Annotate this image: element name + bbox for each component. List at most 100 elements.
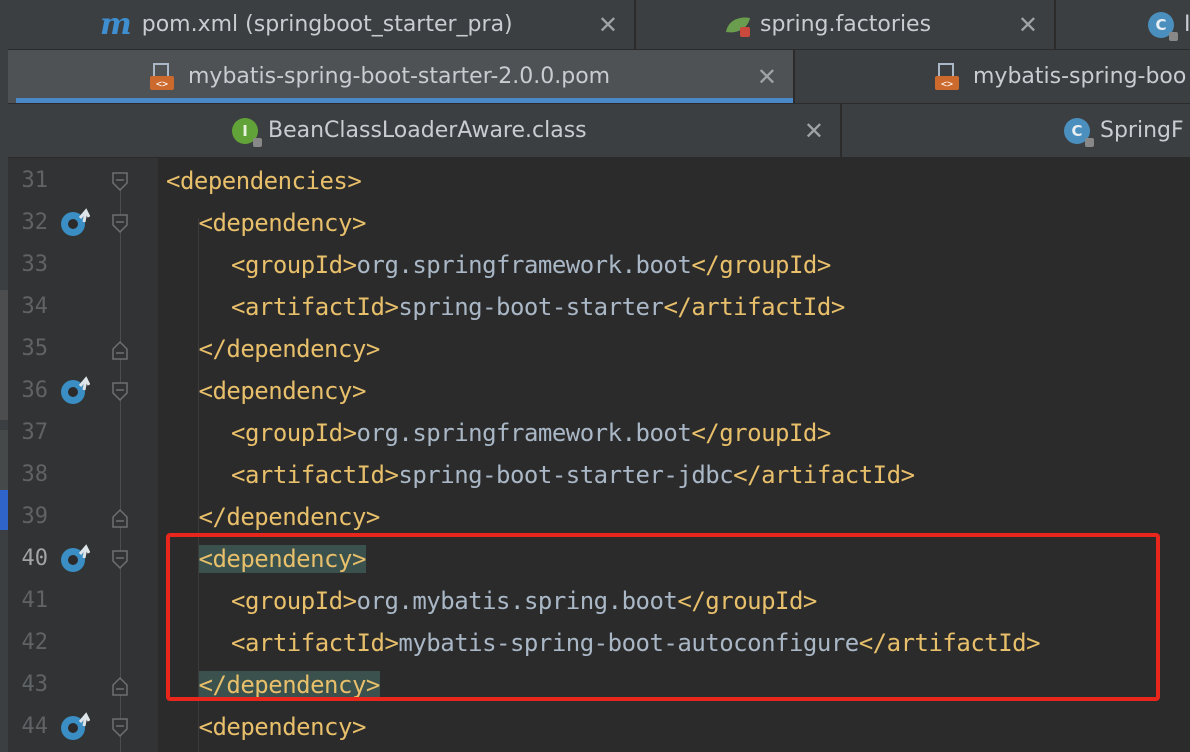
xml-tag: </dependency> <box>198 335 381 363</box>
code-text: <groupId>org.springframework.boot</group… <box>231 251 831 279</box>
code-text: <groupId>org.mybatis.spring.boot</groupI… <box>231 587 817 615</box>
code-line[interactable]: 41 <groupId>org.mybatis.spring.boot</grou… <box>8 580 1190 622</box>
overrides-parent-icon[interactable] <box>60 712 91 742</box>
code-text: <dependency> <box>198 377 367 405</box>
code-line[interactable]: 32 <dependency> <box>8 202 1190 244</box>
xml-closing-tag: </groupId> <box>691 251 831 279</box>
code-line[interactable]: 42 <artifactId>mybatis-spring-boot-autoco… <box>8 622 1190 664</box>
xml-tag: <artifactId> <box>231 293 399 321</box>
xml-value: org.springframework.boot <box>356 251 692 279</box>
tab-bean-classloader-aware[interactable]: I BeanClassLoaderAware.class ✕ <box>8 104 842 157</box>
fold-end-icon[interactable] <box>112 674 128 696</box>
code-line[interactable]: 40 <dependency> <box>8 538 1190 580</box>
line-number: 42 <box>21 630 49 655</box>
editor-tab-row-3: I BeanClassLoaderAware.class ✕ C SpringF <box>0 104 1190 158</box>
tab-label: spring.factories <box>760 12 932 37</box>
code-line[interactable]: 37 <groupId>org.springframework.boot</gro… <box>8 412 1190 454</box>
editor-tab-row-1: m pom.xml (springboot_starter_pra) ✕ spr… <box>0 0 1190 50</box>
tab-label: SpringF <box>1100 118 1184 143</box>
xml-closing-tag: </artifactId> <box>858 629 1041 657</box>
fold-start-icon[interactable] <box>112 380 128 402</box>
tab-label: BeanClassLoaderAware.class <box>268 118 587 143</box>
fold-start-icon[interactable] <box>112 170 128 192</box>
code-text: </dependency> <box>198 671 380 699</box>
active-tab-indicator <box>16 98 793 103</box>
code-line[interactable]: 43 </dependency> <box>8 664 1190 706</box>
code-text: </dependency> <box>198 503 381 531</box>
code-line[interactable]: 31 <dependencies> <box>8 160 1190 202</box>
code-text: </dependency> <box>198 335 381 363</box>
xml-tag: <groupId> <box>231 251 357 279</box>
xml-value: spring-boot-starter-jdbc <box>398 461 734 489</box>
xml-tag: </dependency> <box>198 503 381 531</box>
xml-closing-tag: </artifactId> <box>663 293 845 321</box>
tab-springf-partial[interactable]: C SpringF <box>842 104 1190 157</box>
code-line[interactable]: 33 <groupId>org.springframework.boot</gro… <box>8 244 1190 286</box>
line-number: 38 <box>21 462 49 487</box>
xml-tag: <artifactId> <box>231 461 399 489</box>
line-number: 33 <box>21 252 49 277</box>
editor-tab-row-2: <> mybatis-spring-boot-starter-2.0.0.pom… <box>0 50 1190 104</box>
xml-tag: <dependency> <box>198 377 367 405</box>
fold-start-icon[interactable] <box>112 548 128 570</box>
line-number: 31 <box>21 168 49 193</box>
line-number: 43 <box>21 672 49 697</box>
line-number: 35 <box>21 336 49 361</box>
code-text: <dependencies> <box>166 167 362 195</box>
fold-start-icon[interactable] <box>112 212 128 234</box>
xml-value: mybatis-spring-boot-autoconfigure <box>398 629 859 657</box>
tab-partial[interactable]: C I <box>1056 0 1190 49</box>
class-c-icon: C <box>1064 117 1094 147</box>
xml-value: spring-boot-starter <box>398 293 664 321</box>
xml-value: org.springframework.boot <box>356 419 692 447</box>
line-number: 41 <box>21 588 49 613</box>
close-icon[interactable]: ✕ <box>598 11 618 39</box>
close-icon[interactable]: ✕ <box>804 117 824 145</box>
line-number: 36 <box>21 378 49 403</box>
tool-strip-panel <box>0 290 8 420</box>
pom-file-icon: <> <box>148 62 178 92</box>
line-number: 34 <box>21 294 49 319</box>
tool-strip-selection <box>0 490 8 530</box>
line-number: 37 <box>21 420 49 445</box>
code-line[interactable]: 38 <artifactId>spring-boot-starter-jdbc</… <box>8 454 1190 496</box>
fold-start-icon[interactable] <box>112 716 128 738</box>
fold-end-icon[interactable] <box>112 506 128 528</box>
code-line[interactable]: 35 </dependency> <box>8 328 1190 370</box>
fold-end-icon[interactable] <box>112 338 128 360</box>
code-text: <artifactId>spring-boot-starter-jdbc</ar… <box>231 461 915 489</box>
overrides-parent-icon[interactable] <box>60 208 91 238</box>
tab-mybatis-pom-partial[interactable]: <> mybatis-spring-boo <box>795 50 1190 103</box>
close-icon[interactable]: ✕ <box>757 63 777 91</box>
code-line[interactable]: 44 <dependency> <box>8 706 1190 748</box>
overrides-parent-icon[interactable] <box>60 544 91 574</box>
close-icon[interactable]: ✕ <box>1018 11 1038 39</box>
tab-mybatis-starter-pom[interactable]: <> mybatis-spring-boot-starter-2.0.0.pom… <box>8 50 795 103</box>
xml-tag: <artifactId> <box>231 629 399 657</box>
overrides-parent-icon[interactable] <box>60 376 91 406</box>
tab-spring-factories[interactable]: spring.factories ✕ <box>636 0 1056 49</box>
code-line[interactable]: 39 </dependency> <box>8 496 1190 538</box>
xml-closing-tag: </groupId> <box>677 587 817 615</box>
tab-pom-xml[interactable]: m pom.xml (springboot_starter_pra) ✕ <box>8 0 636 49</box>
svg-text:<>: <> <box>941 79 953 90</box>
tab-label: mybatis-spring-boo <box>973 64 1187 89</box>
line-number: 44 <box>21 714 49 739</box>
xml-closing-tag: </artifactId> <box>733 461 915 489</box>
xml-tag: <groupId> <box>231 419 357 447</box>
xml-value: org.mybatis.spring.boot <box>356 587 678 615</box>
tab-label: mybatis-spring-boot-starter-2.0.0.pom <box>188 64 611 89</box>
code-text: <dependency> <box>198 545 366 573</box>
code-line[interactable]: 36 <dependency> <box>8 370 1190 412</box>
line-number: 39 <box>21 504 49 529</box>
code-editor[interactable]: 31 <dependencies> 32 <dependency> 33 <groupId… <box>8 158 1190 752</box>
tab-label: pom.xml (springboot_starter_pra) <box>141 12 513 37</box>
xml-tag: <dependencies> <box>166 167 362 195</box>
code-line[interactable]: 34 <artifactId>spring-boot-starter</artif… <box>8 286 1190 328</box>
line-number: 32 <box>21 210 49 235</box>
code-text: <dependency> <box>199 209 367 237</box>
class-c-icon: C <box>1148 11 1178 41</box>
code-text: <groupId>org.springframework.boot</group… <box>231 419 831 447</box>
pom-file-icon: <> <box>933 62 963 92</box>
tab-label: I <box>1184 12 1190 37</box>
